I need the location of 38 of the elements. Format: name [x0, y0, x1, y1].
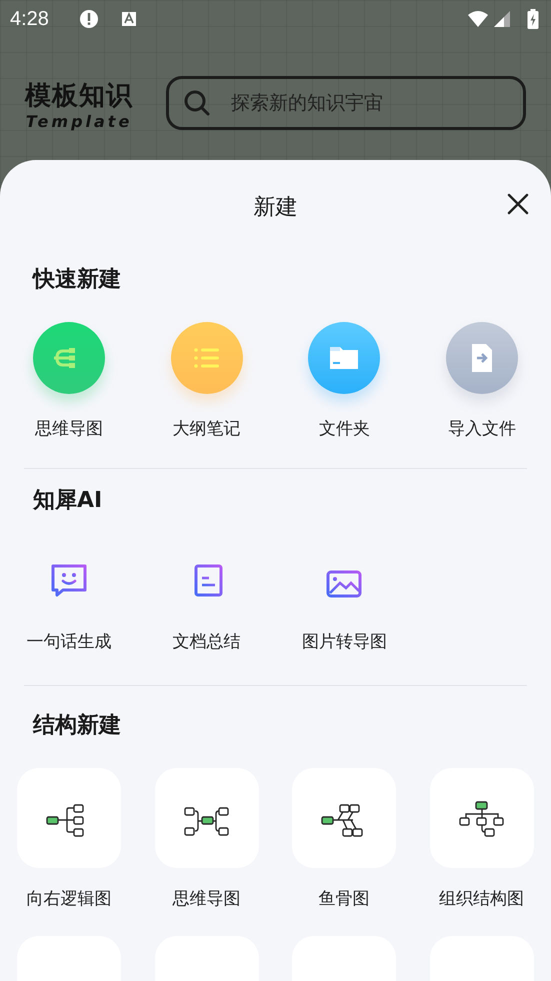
tile-label: 一句话生成: [26, 631, 112, 653]
close-icon: [507, 193, 529, 215]
close-button[interactable]: [505, 191, 531, 217]
alert-icon: [79, 9, 99, 29]
ai-tool-item[interactable]: 图片转导图: [276, 523, 414, 653]
tile-label: 图片转导图: [302, 631, 387, 653]
template-label: 鱼骨图: [318, 888, 370, 910]
template-label: 向右逻辑图: [26, 888, 112, 910]
sheet-title: 新建: [254, 194, 298, 222]
tile-label: 导入文件: [448, 418, 516, 440]
search-field[interactable]: 探索新的知识宇宙: [166, 76, 526, 130]
wifi-icon: [467, 10, 489, 28]
tile-label: 大纲笔记: [172, 418, 241, 440]
quick-create-item[interactable]: 文件夹: [276, 302, 414, 440]
ai-tool-item[interactable]: 文档总结: [138, 523, 276, 653]
ai-tool-item[interactable]: 一句话生成: [0, 523, 138, 653]
keyboard-icon: [121, 11, 137, 27]
template-label: 思维导图: [172, 888, 240, 910]
template-label: 组织结构图: [439, 888, 524, 910]
chat-smile-icon: [50, 564, 87, 598]
tile-label: 文件夹: [318, 418, 370, 440]
quick-create-item[interactable]: 大纲笔记: [138, 302, 276, 440]
section-heading: 快速新建: [31, 266, 122, 294]
app-subtitle: Template: [26, 112, 132, 132]
app-title: 模板知识: [25, 80, 133, 112]
quick-create-item[interactable]: 思维导图: [0, 302, 138, 440]
search-icon: [183, 89, 211, 117]
signal-icon: [493, 10, 511, 28]
clock: 4:28: [10, 8, 50, 30]
template-card[interactable]: [292, 768, 396, 868]
template-card[interactable]: [154, 768, 258, 868]
quick-create-item[interactable]: 导入文件: [413, 302, 551, 440]
tile-label: 思维导图: [34, 418, 103, 440]
template-card[interactable]: [430, 768, 534, 868]
section-heading: 结构新建: [32, 712, 122, 740]
section-heading: 知犀AI: [32, 487, 104, 515]
battery-icon: [527, 9, 539, 29]
tile-label: 文档总结: [172, 631, 241, 653]
